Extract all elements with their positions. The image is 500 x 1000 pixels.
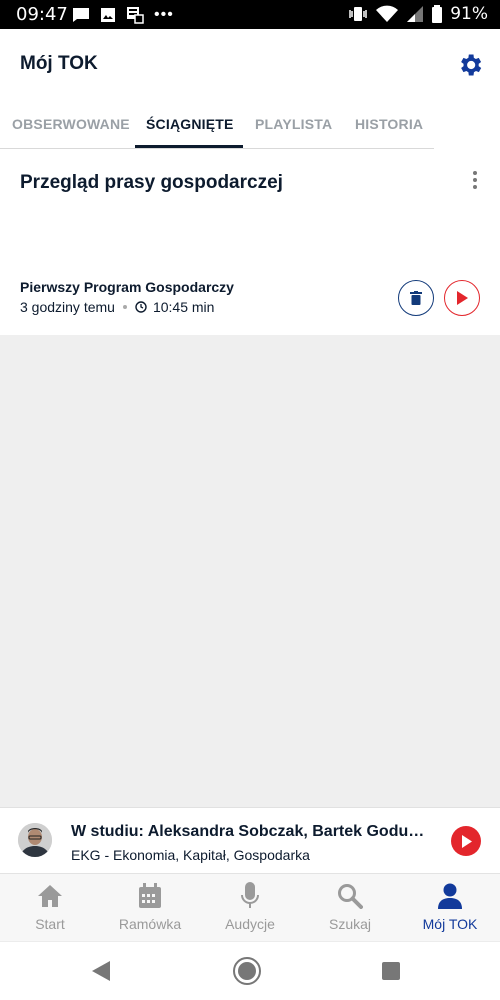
nav-label-ramowka: Ramówka [118, 916, 182, 932]
image-icon [101, 8, 115, 22]
player-play-button[interactable] [451, 826, 481, 856]
delete-download-button[interactable] [398, 280, 434, 316]
nav-label-moj-tok: Mój TOK [422, 916, 478, 932]
recent-apps-icon[interactable] [382, 962, 400, 980]
page-title: Mój TOK [20, 53, 98, 74]
home-icon [38, 885, 62, 907]
episode-time-ago: 3 godziny temu [20, 299, 115, 315]
status-right: 91% [348, 4, 488, 24]
episode-meta: 3 godziny temu 10:45 min [20, 299, 214, 315]
search-icon [338, 884, 363, 909]
episode-duration: 10:45 min [152, 299, 215, 315]
bottom-navigation: Start Ramówka Audycje Szukaj Mój TOK [0, 873, 500, 941]
clock-icon [135, 301, 147, 313]
episode-card[interactable]: Przegląd prasy gospodarczej Pierwszy Pro… [0, 149, 500, 335]
back-icon[interactable] [92, 961, 110, 981]
nav-label-start: Start [35, 916, 65, 932]
nav-label-audycje: Audycje [225, 916, 275, 932]
more-options-icon[interactable] [470, 169, 480, 191]
nav-ramowka[interactable]: Ramówka [100, 882, 200, 938]
user-icon [438, 883, 462, 909]
play-episode-button[interactable] [444, 280, 480, 316]
play-icon [461, 834, 472, 848]
message-icon [73, 8, 89, 22]
signal-icon [407, 6, 424, 22]
status-notification-icons: ••• [72, 6, 174, 24]
system-navigation-bar [0, 941, 500, 1000]
app-header: Mój TOK [0, 29, 500, 101]
home-button-icon[interactable] [232, 956, 262, 986]
nav-start[interactable]: Start [0, 882, 100, 938]
play-icon [457, 291, 468, 305]
host-avatar [18, 823, 52, 857]
nav-audycje[interactable]: Audycje [200, 882, 300, 938]
episode-title: Przegląd prasy gospodarczej [20, 172, 283, 193]
tab-bar: OBSERWOWANE ŚCIĄGNIĘTE PLAYLISTA HISTORI… [0, 101, 500, 149]
battery-icon [432, 5, 443, 23]
status-bar: 09:47 ••• 91% [0, 0, 500, 29]
news-icon [127, 7, 144, 24]
player-title: W studiu: Aleksandra Sobczak, Bartek God… [71, 823, 431, 840]
program-name: Pierwszy Program Gospodarczy [20, 279, 234, 295]
status-time: 09:47 [16, 4, 68, 25]
wifi-icon [376, 5, 399, 22]
vibrate-icon [349, 7, 367, 21]
microphone-icon [241, 882, 259, 908]
tab-sciagniete[interactable]: ŚCIĄGNIĘTE [146, 116, 234, 132]
meta-separator [122, 305, 127, 309]
calendar-icon [139, 883, 161, 908]
nav-szukaj[interactable]: Szukaj [300, 882, 400, 938]
tab-obserwowane[interactable]: OBSERWOWANE [12, 116, 130, 132]
trash-icon [410, 291, 422, 305]
nav-label-szukaj: Szukaj [328, 916, 372, 932]
settings-gear-icon[interactable] [456, 51, 484, 79]
tab-playlista[interactable]: PLAYLISTA [255, 116, 332, 132]
player-subtitle: EKG - Ekonomia, Kapitał, Gospodarka [71, 847, 310, 863]
mini-player[interactable]: W studiu: Aleksandra Sobczak, Bartek God… [0, 807, 500, 873]
tab-historia[interactable]: HISTORIA [355, 116, 423, 132]
nav-moj-tok[interactable]: Mój TOK [400, 882, 500, 938]
battery-percent: 91% [450, 4, 488, 24]
more-notifications-icon: ••• [154, 6, 174, 23]
